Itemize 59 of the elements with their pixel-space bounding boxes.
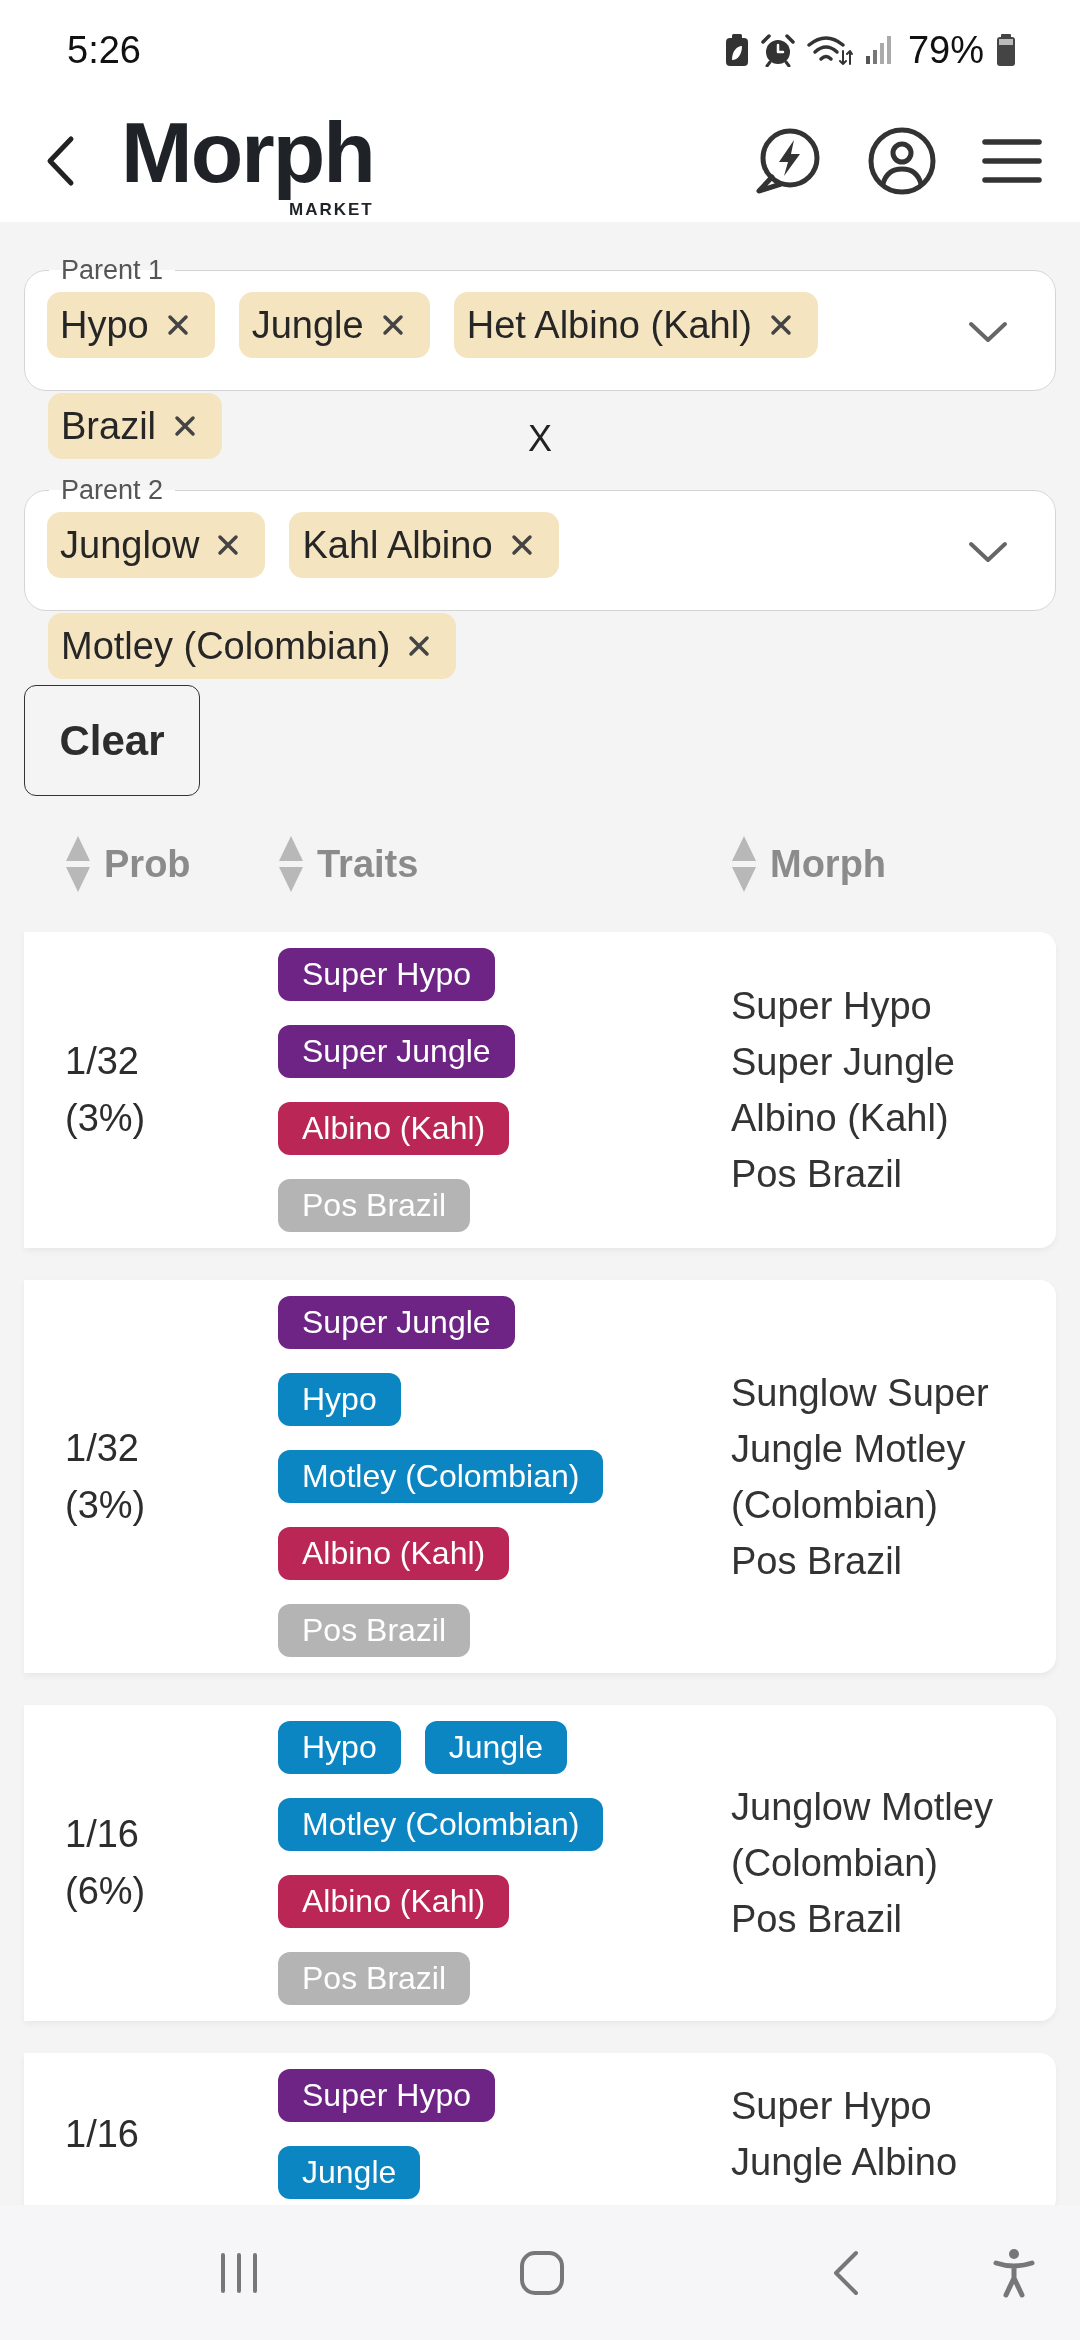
morph-name: Junglow Motley (Colombian) Pos Brazil [731, 1785, 994, 1942]
wifi-icon [806, 34, 853, 66]
close-icon[interactable] [217, 534, 240, 556]
trait-badge: Albino (Kahl) [278, 1875, 510, 1928]
status-time: 5:26 [67, 28, 141, 72]
trait-badge: Albino (Kahl) [278, 1527, 510, 1580]
clear-button[interactable]: Clear [24, 685, 200, 796]
trait-chip[interactable]: Junglow [47, 512, 266, 578]
trait-badge: Super Hypo [278, 2069, 495, 2122]
close-icon[interactable] [769, 314, 792, 336]
trait-badge: Hypo [278, 1373, 401, 1426]
probability-text: 1/16 (6%) [65, 1812, 147, 1914]
close-icon[interactable] [174, 415, 197, 437]
trait-badge: Albino (Kahl) [278, 1102, 510, 1155]
probability-text: 1/16 [65, 2111, 140, 2157]
close-icon[interactable] [166, 314, 189, 336]
morph-name: Super Hypo Super Jungle Albino (Kahl) Pos Brazil [731, 984, 956, 1197]
trait-badge: Pos Brazil [278, 1952, 471, 2005]
cross-label: X [528, 419, 552, 459]
probability-text: 1/32 (3%) [65, 1039, 147, 1141]
logo-subtitle: MARKET [289, 201, 374, 220]
trait-badge: Hypo [278, 1721, 401, 1774]
field-label: Parent 2 [60, 475, 165, 505]
trait-badge: Jungle [278, 2146, 421, 2199]
close-icon[interactable] [510, 534, 533, 556]
close-icon[interactable] [381, 314, 404, 336]
logo-wordmark[interactable]: Morph [121, 102, 374, 202]
user-circle-icon[interactable] [868, 127, 936, 195]
morph-name: Sunglow Super Jungle Motley (Colombian) Pos Brazil [731, 1370, 990, 1584]
probability-text: 1/32 (3%) [65, 1425, 147, 1528]
trait-chip[interactable]: Brazil [48, 393, 223, 459]
trait-badge: Pos Brazil [278, 1179, 471, 1232]
trait-badge: Super Jungle [278, 1296, 515, 1349]
menu-icon[interactable] [981, 137, 1043, 185]
close-icon[interactable] [408, 635, 431, 657]
accessibility-icon[interactable] [993, 2247, 1035, 2298]
trait-chip[interactable]: Het Albino (Kahl) [453, 292, 818, 358]
trait-badge: Motley (Colombian) [278, 1450, 604, 1503]
recent-apps-icon[interactable] [219, 2251, 259, 2294]
signal-bars-icon [864, 35, 892, 65]
battery-percent: 79% [907, 28, 984, 72]
battery-icon [996, 33, 1016, 67]
trait-badge: Super Hypo [278, 948, 495, 1001]
morph-name: Super Hypo Jungle Albino [731, 2084, 959, 2185]
trait-badge: Pos Brazil [278, 1604, 471, 1657]
trait-badge: Super Jungle [278, 1025, 515, 1078]
chevron-down-icon[interactable] [968, 541, 1008, 563]
home-icon[interactable] [519, 2249, 565, 2296]
trait-badge: Motley (Colombian) [278, 1798, 604, 1851]
chevron-down-icon[interactable] [968, 321, 1008, 343]
trait-chip[interactable]: Kahl Albino [289, 512, 559, 578]
trait-badge: Jungle [424, 1721, 567, 1774]
battery-leaf-icon [724, 33, 749, 67]
back-icon[interactable] [45, 135, 75, 187]
trait-chip[interactable]: Hypo [47, 292, 215, 358]
trait-chip[interactable]: Jungle [238, 292, 430, 358]
field-label: Parent 1 [60, 255, 165, 285]
alarm-clock-icon [760, 33, 795, 67]
trait-chip[interactable]: Motley (Colombian) [48, 613, 457, 679]
